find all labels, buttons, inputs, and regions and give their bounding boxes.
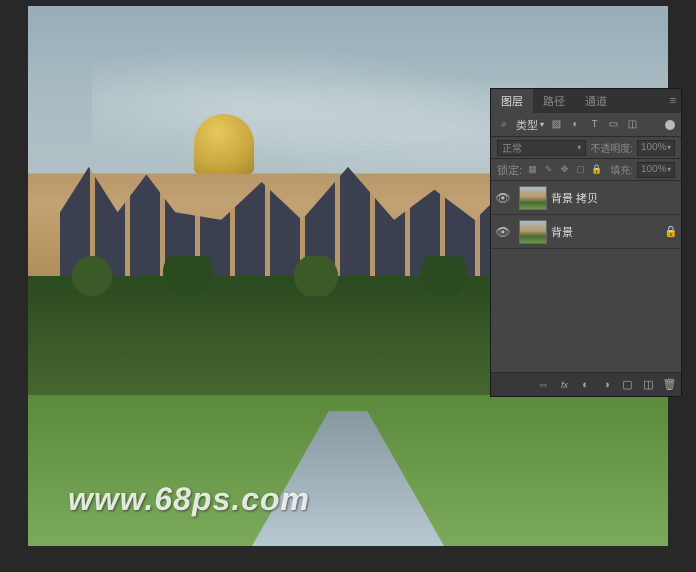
visibility-toggle[interactable]: 👁 bbox=[491, 225, 515, 239]
workspace: www.68ps.com 图层 路径 通道 ≡ ⌕ 类型 ▾ ▧ ◐ T ▭ ◫… bbox=[0, 0, 696, 572]
chevron-down-icon: ▾ bbox=[667, 143, 671, 152]
filter-smart-icon[interactable]: ◫ bbox=[625, 117, 640, 132]
mask-icon[interactable]: ◐ bbox=[578, 377, 593, 392]
tab-channels[interactable]: 通道 bbox=[575, 89, 617, 113]
chevron-down-icon: ▾ bbox=[667, 165, 671, 174]
filter-pixel-icon[interactable]: ▧ bbox=[549, 117, 564, 132]
fill-input[interactable]: 100% ▾ bbox=[637, 162, 675, 178]
filter-shape-icon[interactable]: ▭ bbox=[606, 117, 621, 132]
search-icon[interactable]: ⌕ bbox=[497, 118, 511, 132]
visibility-toggle[interactable]: 👁 bbox=[491, 191, 515, 205]
lock-label: 锁定: bbox=[497, 162, 522, 178]
lock-artboard-icon[interactable]: ▢ bbox=[574, 163, 587, 176]
chevron-down-icon: ▾ bbox=[540, 120, 544, 129]
chevron-down-icon: ▾ bbox=[577, 143, 581, 152]
layer-name[interactable]: 背景 bbox=[551, 224, 661, 240]
blend-mode-dropdown[interactable]: 正常 ▾ bbox=[497, 140, 586, 156]
layer-thumb[interactable] bbox=[519, 220, 547, 244]
image-dome bbox=[194, 114, 254, 174]
filter-type-label: 类型 bbox=[516, 117, 538, 133]
filter-text-icon[interactable]: T bbox=[587, 117, 602, 132]
watermark-text: www.68ps.com bbox=[68, 481, 310, 518]
new-layer-icon[interactable]: ◫ bbox=[641, 377, 656, 392]
layer-lock-icon: 🔒 bbox=[661, 225, 681, 238]
blend-mode-value: 正常 bbox=[502, 140, 522, 155]
lock-transparent-icon[interactable]: ▦ bbox=[526, 163, 539, 176]
tab-paths[interactable]: 路径 bbox=[533, 89, 575, 113]
layers-panel: 图层 路径 通道 ≡ ⌕ 类型 ▾ ▧ ◐ T ▭ ◫ 正常 ▾ 不透明度: bbox=[490, 88, 682, 397]
group-icon[interactable]: ▢ bbox=[620, 377, 635, 392]
layer-thumb[interactable] bbox=[519, 186, 547, 210]
opacity-value: 100% bbox=[641, 142, 667, 153]
panel-footer: ⇔ fx ◐ ◑ ▢ ◫ 🗑 bbox=[491, 372, 681, 396]
layer-filter-row: ⌕ 类型 ▾ ▧ ◐ T ▭ ◫ bbox=[491, 113, 681, 137]
filter-adjust-icon[interactable]: ◐ bbox=[568, 117, 583, 132]
blend-row: 正常 ▾ 不透明度: 100% ▾ bbox=[491, 137, 681, 159]
opacity-label: 不透明度: bbox=[590, 140, 633, 155]
fx-icon[interactable]: fx bbox=[557, 377, 572, 392]
lock-all-icon[interactable]: 🔒 bbox=[590, 163, 603, 176]
opacity-input[interactable]: 100% ▾ bbox=[637, 140, 675, 156]
lock-brush-icon[interactable]: ✎ bbox=[542, 163, 555, 176]
fill-label: 填充: bbox=[610, 162, 633, 177]
layer-row[interactable]: 👁 背景 🔒 bbox=[491, 215, 681, 249]
panel-menu-icon[interactable]: ≡ bbox=[665, 89, 681, 113]
layer-list: 👁 背景 拷贝 👁 背景 🔒 bbox=[491, 181, 681, 372]
lock-icons: ▦ ✎ ✥ ▢ 🔒 bbox=[526, 163, 603, 176]
link-layers-icon[interactable]: ⇔ bbox=[536, 377, 551, 392]
filter-type-dropdown[interactable]: 类型 ▾ bbox=[515, 117, 545, 133]
lock-move-icon[interactable]: ✥ bbox=[558, 163, 571, 176]
layer-name[interactable]: 背景 拷贝 bbox=[551, 190, 661, 206]
lock-row: 锁定: ▦ ✎ ✥ ▢ 🔒 填充: 100% ▾ bbox=[491, 159, 681, 181]
tab-layers[interactable]: 图层 bbox=[491, 89, 533, 113]
layer-row[interactable]: 👁 背景 拷贝 bbox=[491, 181, 681, 215]
panel-tabs: 图层 路径 通道 ≡ bbox=[491, 89, 681, 113]
adjustment-icon[interactable]: ◑ bbox=[599, 377, 614, 392]
filter-toggle[interactable] bbox=[665, 120, 675, 130]
fill-value: 100% bbox=[641, 164, 667, 175]
trash-icon[interactable]: 🗑 bbox=[662, 377, 677, 392]
